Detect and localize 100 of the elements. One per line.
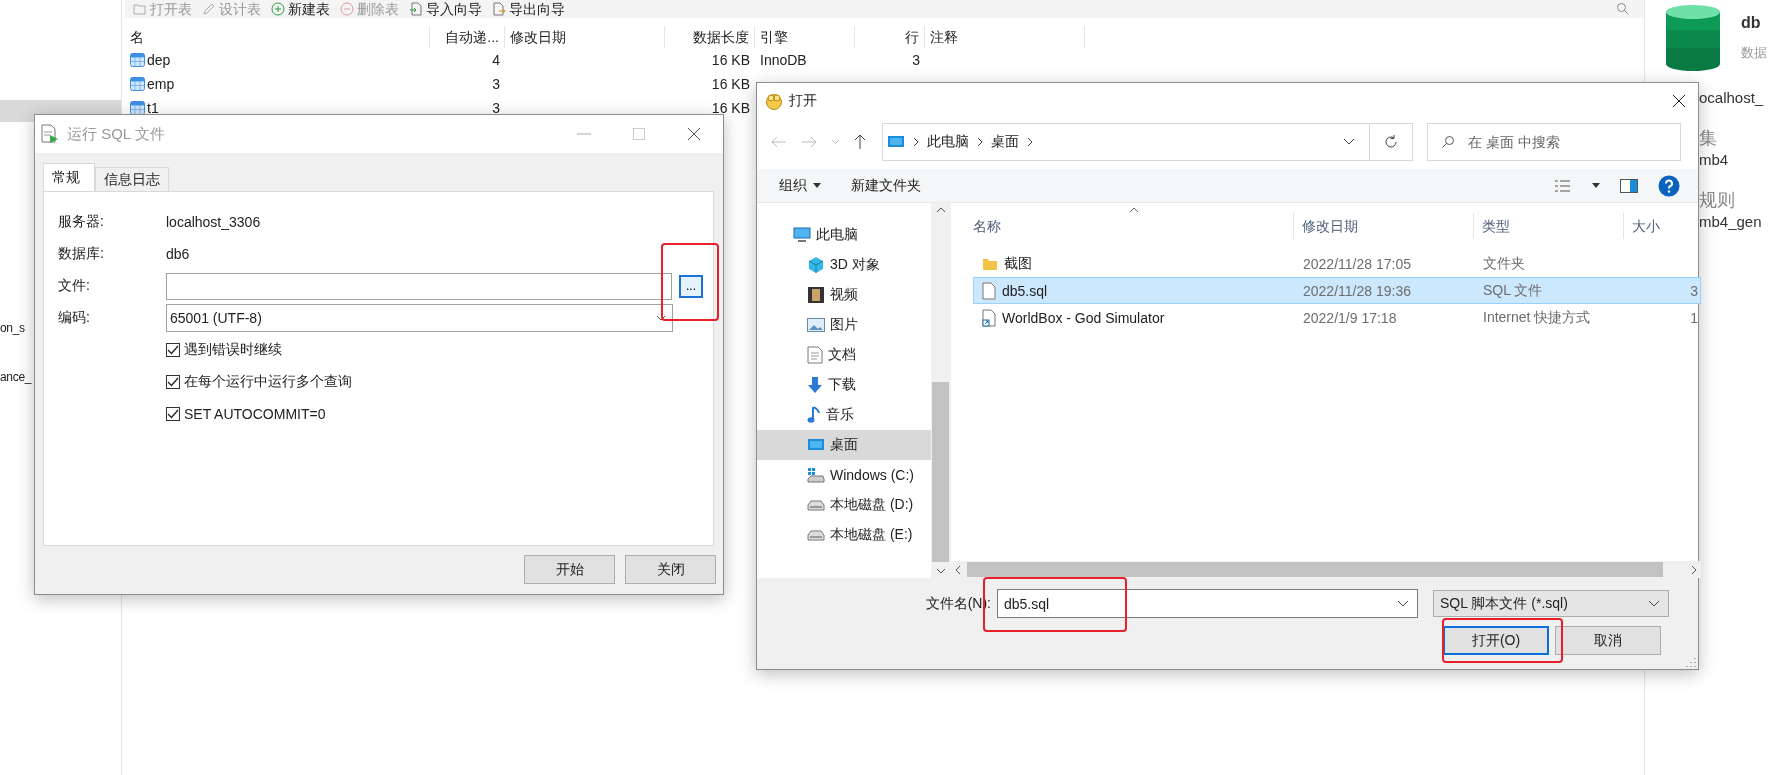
toolbar-button[interactable]: 导入向导: [409, 1, 482, 17]
help-icon[interactable]: [1658, 174, 1680, 197]
drive-icon: [807, 499, 825, 511]
dialog-button[interactable]: 开始: [524, 555, 615, 584]
table-cell-text: 16 KB: [710, 52, 751, 68]
up-arrow-icon[interactable]: [854, 134, 866, 150]
breadcrumb[interactable]: 此电脑: [927, 133, 969, 151]
close-icon[interactable]: [1672, 94, 1686, 108]
column-header[interactable]: 修改日期: [1294, 213, 1474, 239]
nav-item[interactable]: 3D 对象: [757, 250, 931, 280]
music-note-icon: [807, 406, 821, 424]
chevron-down-icon: [1397, 599, 1409, 608]
info-text: ocalhost_: [1699, 88, 1765, 108]
nav-item[interactable]: 视频: [757, 280, 931, 310]
plus-circle-icon: [271, 2, 285, 16]
document-icon: [807, 346, 823, 364]
checkbox-label[interactable]: SET AUTOCOMMIT=0: [184, 406, 326, 422]
address-bar[interactable]: 此电脑 桌面: [882, 123, 1370, 161]
table-icon: [130, 101, 145, 115]
sidebar-item[interactable]: ance_: [0, 368, 32, 387]
scroll-up-icon[interactable]: [935, 207, 946, 213]
dialog-button[interactable]: 打开(O): [1443, 626, 1549, 655]
nav-item[interactable]: 下载: [757, 370, 931, 400]
nav-item[interactable]: 文档: [757, 340, 931, 370]
field-value: db6: [166, 246, 190, 262]
nav-item[interactable]: Windows (C:): [757, 460, 931, 490]
toolbar-button[interactable]: 导出向导: [492, 1, 565, 17]
encoding-dropdown[interactable]: 65001 (UTF-8): [166, 304, 673, 332]
column-header[interactable]: 修改日期: [505, 26, 665, 48]
nav-item[interactable]: 音乐: [757, 400, 931, 430]
monitor-icon: [807, 438, 825, 452]
pencil-icon: [202, 3, 216, 15]
refresh-icon[interactable]: [1384, 135, 1398, 149]
scroll-down-icon[interactable]: [935, 568, 946, 574]
checkbox[interactable]: [166, 343, 180, 357]
table-cell: dep: [125, 52, 430, 68]
toolbar-button[interactable]: 新建表: [271, 1, 330, 17]
file-type-dropdown[interactable]: SQL 脚本文件 (*.sql): [1433, 590, 1669, 617]
dialog-button[interactable]: 取消: [1555, 626, 1661, 655]
info-text: 集: [1699, 128, 1718, 148]
column-header[interactable]: 行: [855, 26, 925, 48]
info-text: 规则: [1699, 190, 1736, 210]
toolbar-button[interactable]: 新建文件夹: [851, 176, 921, 195]
file-row[interactable]: db5.sql 2022/11/28 19:36 SQL 文件 3: [973, 277, 1701, 304]
scrollbar[interactable]: [951, 561, 1701, 578]
nav-item[interactable]: 此电脑: [757, 220, 931, 250]
column-header[interactable]: 类型: [1474, 213, 1624, 239]
nav-item[interactable]: 图片: [757, 310, 931, 340]
table-icon: [130, 53, 145, 67]
import-icon: [409, 2, 423, 16]
file-row[interactable]: WorldBox - God Simulator 2022/1/9 17:18 Internet 快捷方式 1: [973, 304, 1701, 331]
nav-item[interactable]: 桌面: [757, 430, 931, 460]
file-path-field[interactable]: [166, 272, 672, 300]
scroll-left-icon[interactable]: [955, 564, 961, 575]
file-name-field[interactable]: db5.sql: [997, 589, 1418, 618]
chevron-down-icon[interactable]: [1343, 138, 1355, 146]
info-text: mb4: [1699, 150, 1730, 170]
search-icon: [1441, 135, 1455, 149]
nav-item[interactable]: 本地磁盘 (D:): [757, 490, 931, 520]
window-title: 运行 SQL 文件: [67, 124, 165, 144]
chevron-right-icon[interactable]: [1027, 137, 1033, 147]
column-header[interactable]: 注释: [925, 26, 1085, 48]
chevron-right-icon: [913, 137, 919, 147]
tab[interactable]: 信息日志: [95, 167, 169, 191]
nav-item[interactable]: 本地磁盘 (E:): [757, 520, 931, 550]
checkbox-label[interactable]: 在每个运行中运行多个查询: [184, 373, 352, 391]
close-icon[interactable]: [687, 127, 701, 141]
export-icon: [492, 2, 506, 16]
search-field[interactable]: 在 桌面 中搜索: [1427, 123, 1681, 161]
drive-icon: [807, 467, 825, 483]
folder-icon: [133, 3, 147, 15]
file-row[interactable]: 截图 2022/11/28 17:05 文件夹: [973, 250, 1701, 277]
toolbar-button[interactable]: 组织: [779, 176, 821, 195]
column-header[interactable]: 引擎: [755, 26, 855, 48]
column-header[interactable]: 名称: [951, 213, 1294, 239]
table-cell-text: 16 KB: [710, 100, 751, 116]
browse-button[interactable]: ...: [679, 274, 703, 298]
table-icon: [130, 77, 145, 91]
sidebar-item[interactable]: on_s: [0, 319, 25, 338]
column-header[interactable]: 大小: [1624, 213, 1699, 239]
checkbox[interactable]: [166, 407, 180, 421]
caret-icon[interactable]: [1592, 183, 1600, 188]
scroll-right-icon[interactable]: [1691, 564, 1697, 575]
checkbox-label[interactable]: 遇到错误时继续: [184, 341, 282, 359]
column-header[interactable]: 自动递...: [430, 26, 505, 48]
tab[interactable]: 常规: [43, 163, 95, 191]
dialog-button[interactable]: 关闭: [625, 555, 716, 584]
chevron-down-icon: [656, 315, 666, 321]
table-cell-text: 4: [491, 52, 501, 68]
scrollbar[interactable]: [931, 203, 950, 578]
checkbox[interactable]: [166, 375, 180, 389]
resize-grip-icon[interactable]: [1686, 657, 1696, 667]
column-header[interactable]: 名: [125, 26, 430, 48]
info-text: mb4_gen: [1699, 212, 1763, 232]
monitor-icon: [887, 135, 905, 149]
breadcrumb[interactable]: 桌面: [991, 133, 1019, 151]
field-label: 文件:: [58, 277, 91, 295]
column-header[interactable]: 数据长度: [665, 26, 755, 48]
preview-pane-icon[interactable]: [1620, 178, 1638, 193]
sort-caret-icon: [1129, 207, 1139, 213]
